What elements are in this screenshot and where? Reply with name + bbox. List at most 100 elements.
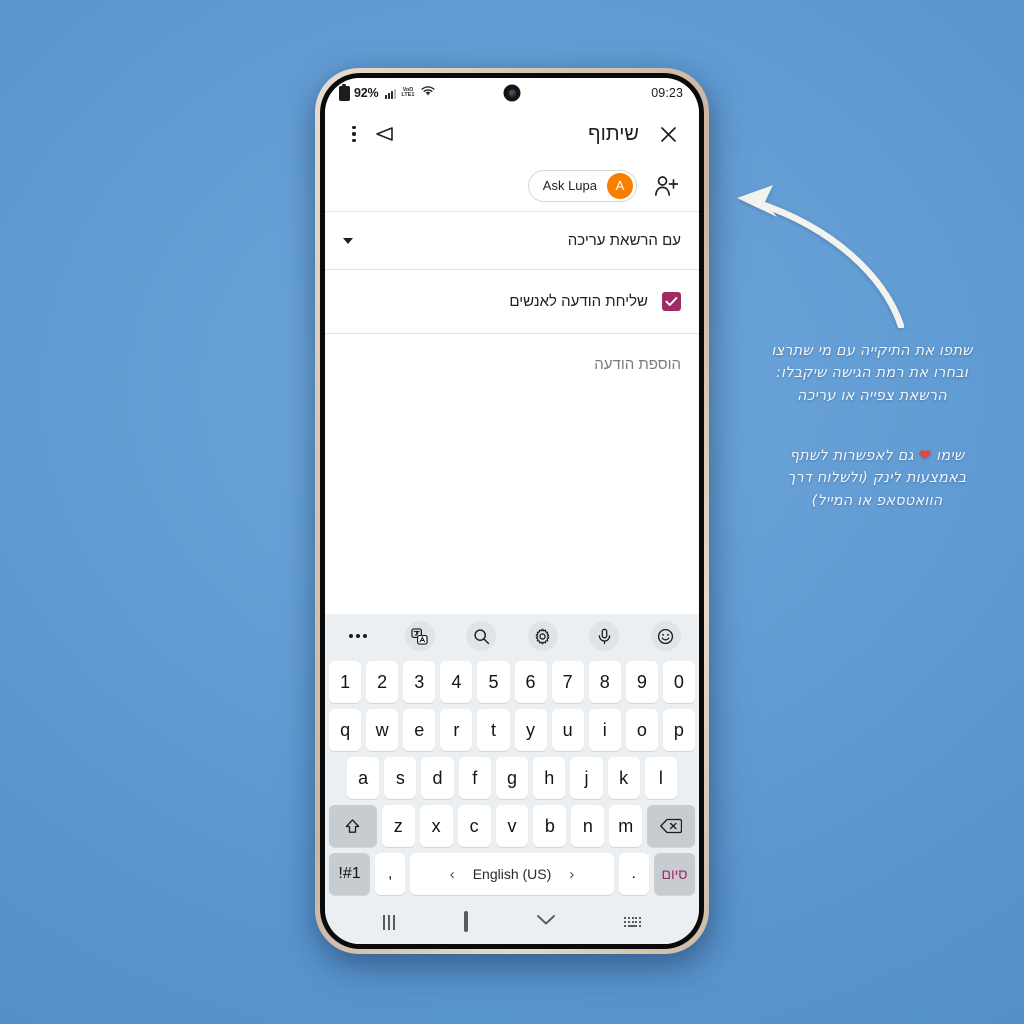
key-i[interactable]: i: [588, 709, 621, 751]
keyboard-row-bottom: z x c v b n m: [325, 802, 699, 850]
notify-people-checkbox[interactable]: [662, 292, 681, 311]
emoji-button[interactable]: [650, 621, 681, 651]
key-s[interactable]: s: [384, 757, 417, 799]
annotation-note-2-line-3: הוואטסאפ או המייל): [811, 492, 943, 509]
permission-label: עם הרשאת עריכה: [567, 232, 681, 249]
keyboard-switch-button[interactable]: [624, 917, 641, 927]
key-j[interactable]: j: [570, 757, 603, 799]
close-icon: [660, 126, 676, 142]
overflow-menu-icon: [352, 125, 356, 143]
curved-arrow-pointing-left: [737, 185, 905, 328]
hide-keyboard-chevron-icon: [537, 915, 555, 925]
key-v[interactable]: v: [495, 805, 529, 847]
more-options-button[interactable]: [343, 621, 373, 651]
comma-key[interactable]: ,: [375, 853, 406, 895]
backspace-key[interactable]: [647, 805, 695, 847]
period-key[interactable]: .: [618, 853, 649, 895]
notify-people-label: שליחת הודעה לאנשים: [509, 293, 648, 310]
keyboard-switch-icon: [624, 917, 641, 927]
annotation-note-1-line-1: שתפו את התיקייה עם מי שתרצו: [771, 343, 973, 359]
key-t[interactable]: t: [477, 709, 510, 751]
ask-lupa-label: Ask Lupa: [542, 178, 597, 193]
keyboard-row-home: a s d f g h j k l: [325, 754, 699, 802]
notify-people-row[interactable]: שליחת הודעה לאנשים: [325, 270, 699, 334]
next-language-icon[interactable]: ›: [569, 866, 574, 883]
keyboard-row-top: q w e r t y u i o p: [325, 706, 699, 754]
key-n[interactable]: n: [571, 805, 605, 847]
keyboard-row-numbers: 1 2 3 4 5 6 7 8 9 0: [325, 658, 699, 706]
key-6[interactable]: 6: [514, 661, 547, 703]
key-z[interactable]: z: [381, 805, 415, 847]
annotation-note-1-line-2: ובחרו את רמת הגישה שיקבלו:: [775, 365, 969, 382]
key-l[interactable]: l: [644, 757, 677, 799]
key-y[interactable]: y: [514, 709, 547, 751]
key-2[interactable]: 2: [366, 661, 399, 703]
home-icon: [463, 911, 468, 932]
key-p[interactable]: p: [662, 709, 695, 751]
key-w[interactable]: w: [366, 709, 399, 751]
key-3[interactable]: 3: [403, 661, 436, 703]
key-u[interactable]: u: [551, 709, 584, 751]
wifi-icon: [421, 84, 435, 102]
symbols-key[interactable]: !#1: [329, 853, 371, 895]
overflow-menu-button[interactable]: [339, 119, 369, 149]
key-1[interactable]: 1: [329, 661, 362, 703]
annotation-note-2: שימו ❤ גם לאפשרות לשתף באמצעות לינק (ולש…: [752, 444, 1002, 512]
key-m[interactable]: m: [609, 805, 643, 847]
key-8[interactable]: 8: [588, 661, 621, 703]
chevron-down-icon: [343, 237, 353, 244]
keyboard-search-button[interactable]: [466, 621, 497, 651]
key-x[interactable]: x: [419, 805, 453, 847]
app-bar: שיתוף: [325, 108, 699, 160]
backspace-icon: [660, 818, 683, 834]
key-g[interactable]: g: [495, 757, 529, 799]
space-key[interactable]: ‹ English (US) ›: [410, 853, 614, 895]
home-button[interactable]: [463, 911, 468, 932]
translate-button[interactable]: [404, 621, 435, 651]
key-e[interactable]: e: [403, 709, 436, 751]
key-7[interactable]: 7: [551, 661, 584, 703]
key-0[interactable]: 0: [662, 661, 695, 703]
hide-keyboard-button[interactable]: [536, 913, 556, 931]
key-h[interactable]: h: [533, 757, 566, 799]
status-bar-left: 92% VoŊ LTE1: [339, 83, 435, 102]
key-b[interactable]: b: [533, 805, 567, 847]
battery-icon: [339, 83, 350, 101]
close-button[interactable]: [653, 119, 683, 149]
undo-icon: [376, 127, 393, 141]
space-language-label: English (US): [472, 866, 552, 882]
key-d[interactable]: d: [421, 757, 454, 799]
key-c[interactable]: c: [457, 805, 491, 847]
key-5[interactable]: 5: [477, 661, 510, 703]
recents-button[interactable]: [383, 914, 396, 930]
translate-icon: [411, 627, 428, 645]
phone-device-frame: 92% VoŊ LTE1 09:23 שיתוף Ask Lupa A עם ה…: [315, 68, 709, 954]
key-k[interactable]: k: [607, 757, 640, 799]
key-a[interactable]: a: [347, 757, 380, 799]
emoji-icon: [658, 628, 674, 644]
system-navigation-bar: [325, 900, 699, 944]
shift-key[interactable]: [329, 805, 377, 847]
status-bar-clock: 09:23: [651, 86, 683, 100]
phone-bezel: 92% VoŊ LTE1 09:23 שיתוף Ask Lupa A עם ה…: [320, 73, 704, 949]
key-f[interactable]: f: [458, 757, 491, 799]
key-q[interactable]: q: [329, 709, 362, 751]
status-bar: 92% VoŊ LTE1 09:23: [325, 78, 699, 108]
key-o[interactable]: o: [625, 709, 658, 751]
add-person-button[interactable]: [651, 171, 681, 201]
keyboard-settings-button[interactable]: [527, 621, 558, 651]
key-9[interactable]: 9: [625, 661, 658, 703]
search-icon: [474, 628, 489, 644]
permission-row[interactable]: עם הרשאת עריכה: [325, 212, 699, 270]
key-4[interactable]: 4: [440, 661, 473, 703]
ask-lupa-chip[interactable]: Ask Lupa A: [527, 169, 637, 202]
prev-language-icon[interactable]: ‹: [450, 866, 455, 883]
heart-icon: ❤: [918, 446, 932, 464]
voice-input-button[interactable]: [589, 621, 620, 651]
done-key[interactable]: סיום: [653, 853, 695, 895]
on-screen-keyboard: 1 2 3 4 5 6 7 8 9 0 q w e r t y u i o p …: [325, 614, 699, 900]
key-r[interactable]: r: [440, 709, 473, 751]
shift-icon: [346, 818, 360, 833]
undo-button[interactable]: [369, 119, 399, 149]
message-input-area[interactable]: הוספת הודעה: [325, 334, 699, 614]
